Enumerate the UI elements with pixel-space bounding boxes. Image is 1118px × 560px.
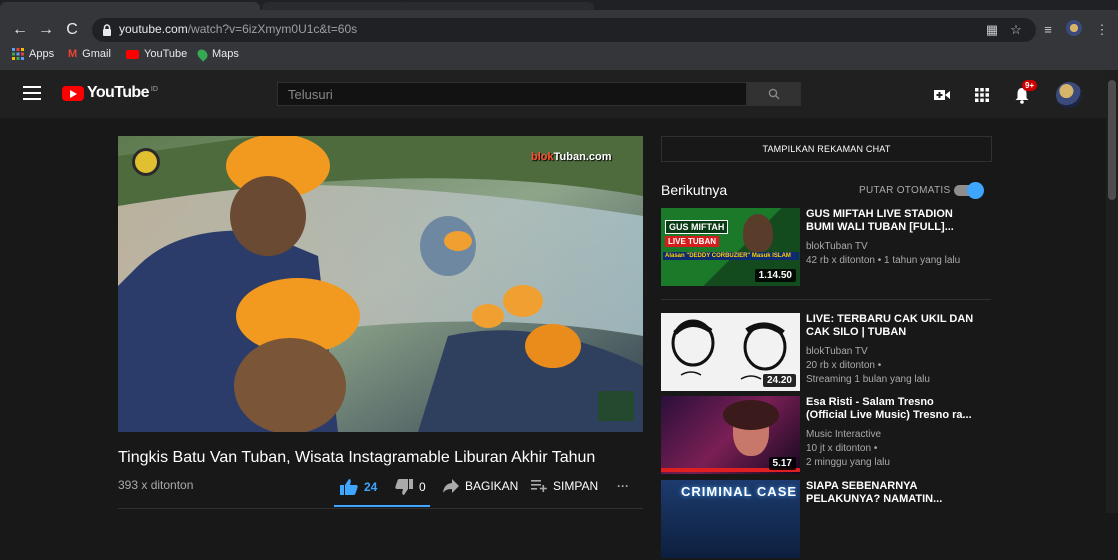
like-ratio-bar (334, 505, 430, 507)
youtube-play-icon (62, 85, 84, 101)
video-frame (118, 136, 643, 432)
recommended-video-title[interactable]: SIAPA SEBENARNYA PELAKUNYA? NAMATIN... (806, 480, 976, 506)
star-icon[interactable]: ☆ (1006, 20, 1026, 40)
create-video-icon[interactable] (931, 84, 953, 106)
bookmark-maps[interactable]: Maps (195, 46, 239, 62)
reload-icon[interactable]: C (62, 20, 82, 40)
youtube-header: YouTube ID 9+ (0, 70, 1106, 118)
recommended-video-title[interactable]: LIVE: TERBARU CAK UKIL DAN CAK SILO | TU… (806, 313, 976, 339)
search-box[interactable] (277, 82, 747, 106)
video-player[interactable] (118, 136, 643, 432)
video-thumbnail[interactable]: CRIMINAL CASE (661, 480, 800, 558)
video-duration: 24.20 (762, 374, 796, 387)
video-thumbnail[interactable]: GUS MIFTAH LIVE TUBAN Alasan "DEDDY CORB… (661, 208, 800, 286)
view-count: 393 x ditonton (118, 478, 194, 492)
video-duration: 1.14.50 (754, 269, 796, 282)
reading-list-icon[interactable]: ≡ (1038, 20, 1058, 40)
video-meta: 2 minggu yang lalu (806, 457, 890, 468)
tab-inactive[interactable] (404, 2, 594, 10)
page-scrollbar[interactable] (1106, 70, 1118, 513)
channel-logo-watermark (132, 148, 160, 176)
video-meta: Streaming 1 bulan yang lalu (806, 374, 930, 385)
recommended-video-title[interactable]: GUS MIFTAH LIVE STADION BUMI WALI TUBAN … (806, 208, 976, 234)
video-meta: 20 rb x ditonton • (806, 360, 882, 371)
search-button[interactable] (747, 82, 801, 106)
share-icon (443, 479, 459, 493)
video-info-divider (118, 508, 643, 509)
notification-badge: 9+ (1022, 80, 1038, 91)
more-actions-icon[interactable]: ··· (617, 479, 629, 493)
youtube-icon (126, 49, 139, 59)
autoplay-toggle[interactable] (954, 182, 984, 199)
playlist-add-icon (531, 480, 547, 492)
channel-name[interactable]: blokTuban TV (806, 240, 868, 253)
section-separator (661, 299, 991, 300)
recommended-video[interactable]: 5.17 Esa Risti - Salam Tresno (Official … (661, 396, 1001, 476)
recommended-video-title[interactable]: Esa Risti - Salam Tresno (Official Live … (806, 396, 976, 422)
maps-pin-icon (195, 46, 210, 62)
browser-chrome: ← → C youtube.com/watch?v=6izXmym0U1c&t=… (0, 0, 1118, 70)
like-button[interactable]: 24 (340, 479, 377, 495)
lock-icon (103, 24, 111, 36)
scrollbar-thumb[interactable] (1108, 80, 1116, 200)
back-icon[interactable]: ← (10, 20, 30, 40)
video-thumbnail[interactable]: 24.20 (661, 313, 800, 391)
save-button[interactable]: SIMPAN (531, 479, 598, 493)
forward-icon[interactable]: → (36, 20, 56, 40)
profile-avatar[interactable] (1064, 20, 1084, 40)
bookmark-youtube[interactable]: YouTube (126, 48, 187, 60)
dislike-button[interactable]: 0 (395, 479, 426, 495)
up-next-heading: Berikutnya (661, 182, 728, 198)
search-icon (768, 88, 780, 100)
account-avatar[interactable] (1056, 82, 1082, 108)
tab-strip (0, 0, 1118, 10)
address-bar[interactable]: youtube.com/watch?v=6izXmym0U1c&t=60s (92, 18, 1036, 42)
bookmark-apps[interactable]: Apps (12, 48, 54, 60)
video-thumbnail[interactable]: 5.17 (661, 396, 800, 474)
gmail-icon: M (68, 48, 78, 60)
video-title: Tingkis Batu Van Tuban, Wisata Instagram… (118, 449, 596, 466)
video-meta: 10 jt x ditonton • (806, 443, 878, 454)
autoplay-label: PUTAR OTOMATIS (859, 185, 951, 196)
tab-active[interactable] (0, 2, 260, 10)
channel-name[interactable]: blokTuban TV (806, 345, 868, 358)
watermark-text: blokTuban.com (531, 151, 612, 163)
translate-icon[interactable]: ▦ (982, 20, 1002, 40)
thumbs-down-icon (395, 479, 413, 495)
hamburger-menu-icon[interactable] (23, 86, 41, 100)
bookmarks-bar: Apps M Gmail YouTube Maps (0, 44, 1118, 68)
video-meta: 42 rb x ditonton • 1 tahun yang lalu (806, 255, 961, 266)
bookmark-gmail[interactable]: M Gmail (68, 48, 111, 60)
recommended-video[interactable]: GUS MIFTAH LIVE TUBAN Alasan "DEDDY CORB… (661, 208, 1001, 288)
recommended-video[interactable]: CRIMINAL CASE SIAPA SEBENARNYA PELAKUNYA… (661, 480, 1001, 560)
video-duration: 5.17 (768, 457, 796, 470)
channel-name[interactable]: Music Interactive (806, 428, 881, 441)
show-chat-replay-button[interactable]: TAMPILKAN REKAMAN CHAT (661, 136, 992, 162)
youtube-logo[interactable]: YouTube ID (62, 83, 158, 103)
apps-grid-icon (12, 48, 24, 60)
browser-menu-icon[interactable]: ⋮ (1092, 20, 1112, 40)
search-input[interactable] (278, 83, 746, 105)
share-button[interactable]: BAGIKAN (443, 479, 518, 493)
apps-icon[interactable] (971, 84, 993, 106)
thumbs-up-icon (340, 479, 358, 495)
recommended-video[interactable]: 24.20 LIVE: TERBARU CAK UKIL DAN CAK SIL… (661, 313, 1001, 393)
url-text: youtube.com/watch?v=6izXmym0U1c&t=60s (119, 22, 358, 36)
